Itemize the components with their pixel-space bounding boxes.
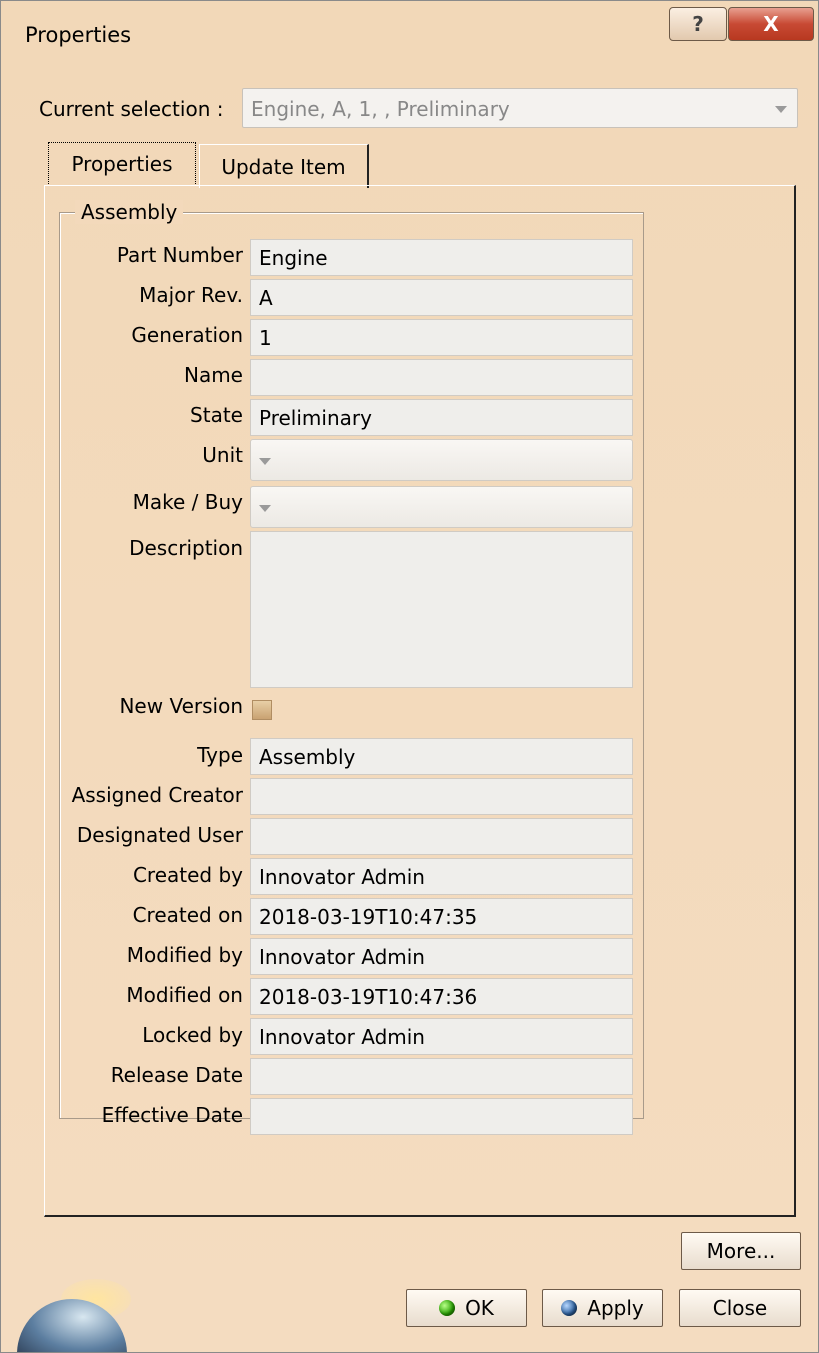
created-by-label: Created by xyxy=(132,863,243,887)
assembly-group-title: Assembly xyxy=(75,200,184,224)
blue-orb-icon xyxy=(561,1300,578,1316)
more-button[interactable]: More... xyxy=(681,1232,801,1270)
description-textarea[interactable] xyxy=(250,531,633,688)
designated-user-field[interactable] xyxy=(250,818,633,855)
window-title: Properties xyxy=(25,23,132,47)
apply-label: Apply xyxy=(587,1296,644,1320)
generation-field[interactable]: 1 xyxy=(250,319,633,356)
created-by-field[interactable]: Innovator Admin xyxy=(250,858,633,895)
current-selection-combo[interactable]: Engine, A, 1, , Preliminary xyxy=(242,88,798,128)
release-date-field[interactable] xyxy=(250,1058,633,1095)
effective-date-label: Effective Date xyxy=(101,1103,243,1127)
part-number-field[interactable]: Engine xyxy=(250,239,633,276)
close-button[interactable]: Close xyxy=(679,1289,801,1327)
major-rev-label: Major Rev. xyxy=(139,283,243,307)
modified-on-field[interactable]: 2018-03-19T10:47:36 xyxy=(250,978,633,1015)
major-rev-value: A xyxy=(259,286,273,310)
part-number-value: Engine xyxy=(259,246,328,270)
unit-label: Unit xyxy=(202,443,243,467)
effective-date-field[interactable] xyxy=(250,1098,633,1135)
designated-user-label: Designated User xyxy=(76,823,243,847)
chevron-down-icon xyxy=(259,458,271,465)
locked-by-value: Innovator Admin xyxy=(259,1025,425,1049)
apply-button[interactable]: Apply xyxy=(542,1289,663,1327)
created-on-label: Created on xyxy=(132,903,243,927)
modified-on-label: Modified on xyxy=(126,983,243,1007)
properties-dialog: Properties ? X Current selection : Engin… xyxy=(0,0,819,1353)
type-value: Assembly xyxy=(259,745,356,769)
make-buy-label: Make / Buy xyxy=(132,490,243,514)
part-number-label: Part Number xyxy=(116,243,243,267)
modified-by-label: Modified by xyxy=(126,943,243,967)
tab-properties[interactable]: Properties xyxy=(48,142,196,186)
state-label: State xyxy=(190,403,243,427)
chevron-down-icon xyxy=(259,505,271,512)
type-field[interactable]: Assembly xyxy=(250,738,633,775)
name-field[interactable] xyxy=(250,359,633,396)
ok-button[interactable]: OK xyxy=(406,1289,527,1327)
state-field[interactable]: Preliminary xyxy=(250,399,633,436)
make-buy-combo[interactable] xyxy=(250,486,633,528)
help-icon: ? xyxy=(692,12,704,36)
help-button[interactable]: ? xyxy=(669,7,727,41)
major-rev-field[interactable]: A xyxy=(250,279,633,316)
ok-label: OK xyxy=(465,1296,494,1320)
assigned-creator-field[interactable] xyxy=(250,778,633,815)
title-bar: Properties ? X xyxy=(1,1,818,71)
created-by-value: Innovator Admin xyxy=(259,865,425,889)
current-selection-value: Engine, A, 1, , Preliminary xyxy=(251,97,510,121)
created-on-value: 2018-03-19T10:47:35 xyxy=(259,905,478,929)
locked-by-field[interactable]: Innovator Admin xyxy=(250,1018,633,1055)
generation-label: Generation xyxy=(131,323,243,347)
state-value: Preliminary xyxy=(259,406,372,430)
window-close-button[interactable]: X xyxy=(728,7,814,41)
tab-update-item[interactable]: Update Item xyxy=(199,144,369,188)
description-label: Description xyxy=(129,536,243,560)
new-version-checkbox[interactable] xyxy=(252,700,272,720)
modified-on-value: 2018-03-19T10:47:36 xyxy=(259,985,478,1009)
assigned-creator-label: Assigned Creator xyxy=(71,783,243,807)
close-icon: X xyxy=(763,12,779,36)
locked-by-label: Locked by xyxy=(142,1023,243,1047)
current-selection-label: Current selection : xyxy=(39,97,224,121)
name-label: Name xyxy=(183,363,243,387)
chevron-down-icon xyxy=(775,106,787,113)
modified-by-field[interactable]: Innovator Admin xyxy=(250,938,633,975)
green-orb-icon xyxy=(439,1300,456,1316)
modified-by-value: Innovator Admin xyxy=(259,945,425,969)
generation-value: 1 xyxy=(259,326,272,350)
unit-combo[interactable] xyxy=(250,439,633,481)
release-date-label: Release Date xyxy=(110,1063,243,1087)
new-version-label: New Version xyxy=(119,694,243,718)
created-on-field[interactable]: 2018-03-19T10:47:35 xyxy=(250,898,633,935)
type-label: Type xyxy=(197,743,243,767)
